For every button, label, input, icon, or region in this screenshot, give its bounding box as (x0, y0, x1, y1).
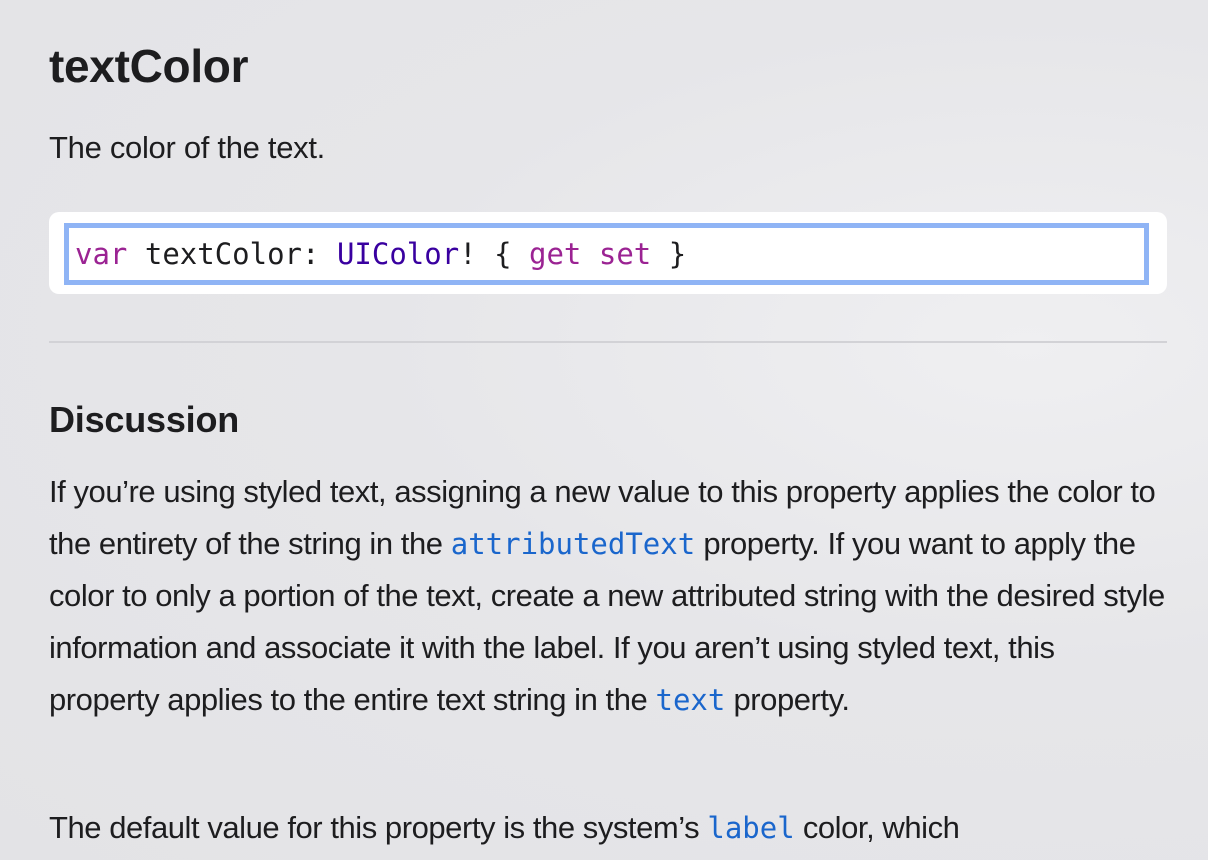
section-divider (49, 341, 1167, 343)
declaration-code: var textColor: UIColor! { get set } (75, 228, 1144, 280)
label-link[interactable]: label (707, 811, 794, 845)
attributed-text-link[interactable]: attributedText (451, 527, 695, 561)
colon: : (302, 237, 320, 271)
text-link[interactable]: text (655, 683, 725, 717)
declaration-code-block[interactable]: var textColor: UIColor! { get set } (64, 223, 1149, 285)
abstract: The color of the text. (49, 130, 325, 165)
discussion-paragraph-2: The default value for this property is t… (49, 802, 1167, 854)
page-title: textColor (49, 40, 249, 92)
keyword-set: set (598, 237, 652, 271)
closing-brace: } (668, 237, 687, 271)
type-name[interactable]: UIColor (337, 237, 459, 271)
paragraph-text: The default value for this property is t… (49, 810, 700, 845)
paragraph-text: property. (733, 682, 850, 717)
declaration-card: var textColor: UIColor! { get set } (49, 212, 1167, 294)
discussion-heading: Discussion (49, 399, 240, 440)
property-name: textColor (144, 237, 302, 271)
declaration-suffix: ! { (459, 237, 512, 271)
keyword-get: get (529, 237, 582, 271)
paragraph-text: color, which (802, 810, 960, 845)
discussion-paragraph-1: If you’re using styled text, assigning a… (49, 466, 1167, 726)
keyword-var: var (75, 237, 128, 271)
